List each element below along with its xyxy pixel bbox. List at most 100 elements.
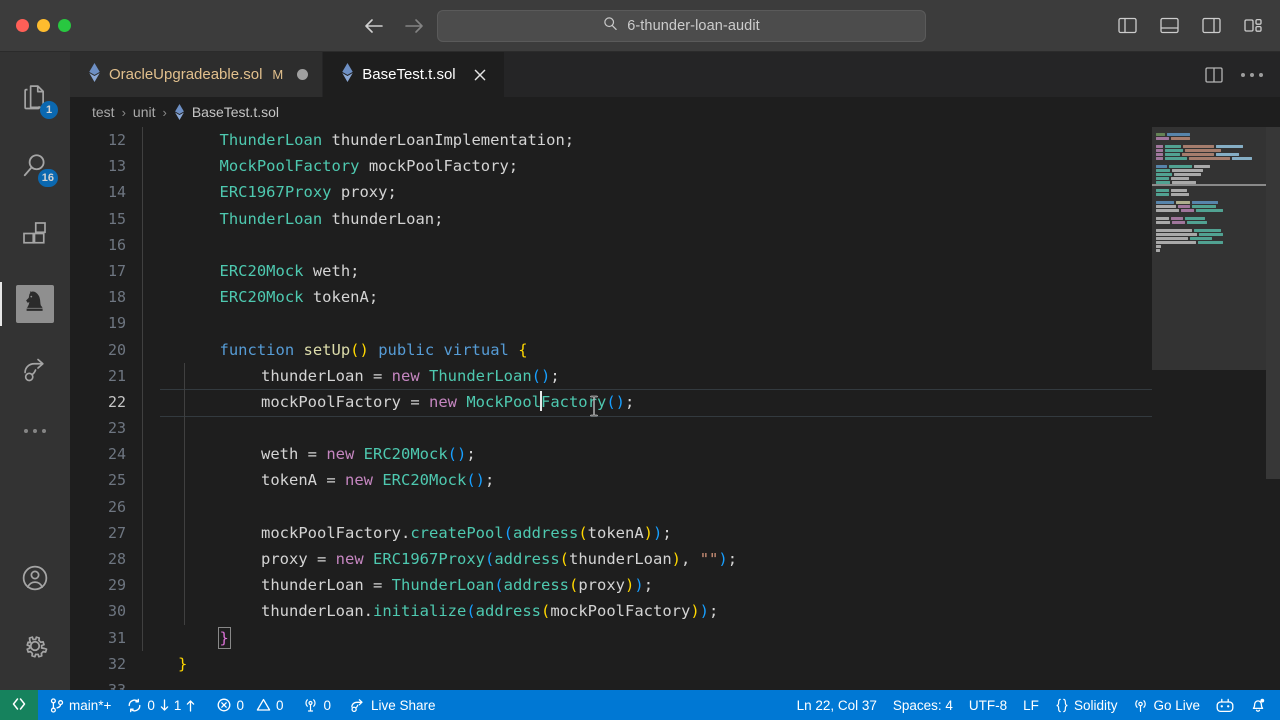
code-line-text[interactable]: [142, 310, 220, 337]
status-indentation[interactable]: Spaces: 4: [885, 690, 961, 720]
code-line-text[interactable]: thunderLoan = ThunderLoan(address(proxy)…: [142, 572, 653, 599]
code-line-text[interactable]: tokenA = new ERC20Mock();: [142, 467, 494, 494]
code-line[interactable]: 22 mockPoolFactory = new MockPoolFactory(…: [70, 388, 1280, 418]
code-line[interactable]: 27 mockPoolFactory.createPool(address(tok…: [70, 519, 1280, 546]
code-token: ERC20Mock: [363, 445, 448, 464]
code-line-text[interactable]: MockPoolFactory mockPoolFactory;: [142, 153, 518, 180]
code-line-text[interactable]: weth = new ERC20Mock();: [142, 441, 476, 468]
code-line[interactable]: 24 weth = new ERC20Mock();: [70, 441, 1280, 468]
status-problems[interactable]: 0 0: [203, 690, 291, 720]
close-icon[interactable]: [470, 65, 490, 85]
tab-dirty-indicator[interactable]: [297, 69, 309, 80]
code-line-text[interactable]: mockPoolFactory.createPool(address(token…: [142, 519, 672, 546]
code-line[interactable]: 29 thunderLoan = ThunderLoan(address(prox…: [70, 572, 1280, 599]
status-encoding[interactable]: UTF-8: [961, 690, 1015, 720]
code-line[interactable]: 23: [70, 415, 1280, 442]
manage-settings-button[interactable]: [0, 614, 70, 682]
encoding-label: UTF-8: [968, 697, 1008, 713]
code-line-text[interactable]: ERC20Mock weth;: [142, 257, 360, 285]
sidebar-item-explorer[interactable]: 1: [0, 66, 70, 134]
status-ports[interactable]: 0: [291, 690, 339, 720]
tab-basetest[interactable]: BaseTest.t.sol: [323, 52, 505, 97]
radio-tower-icon: [303, 698, 318, 713]
code-line-text[interactable]: ThunderLoan thunderLoan;: [142, 205, 443, 232]
status-eol[interactable]: LF: [1015, 690, 1047, 720]
status-sync[interactable]: 0 1: [119, 690, 203, 720]
code-line[interactable]: 19: [70, 310, 1280, 337]
code-line-text[interactable]: [142, 231, 220, 258]
code-line[interactable]: 33: [70, 677, 1280, 690]
code-line-text[interactable]: ERC20Mock tokenA;: [142, 284, 378, 311]
toggle-secondary-sidebar-icon[interactable]: [1198, 13, 1224, 37]
code-line-text[interactable]: ThunderLoan thunderLoanImplementation;: [142, 127, 574, 154]
status-language-mode[interactable]: Solidity: [1047, 690, 1126, 720]
customize-layout-icon[interactable]: [1240, 13, 1266, 37]
editor-vertical-scrollbar[interactable]: [1266, 127, 1280, 690]
minimap-slider[interactable]: [1152, 127, 1266, 370]
code-lines[interactable]: 12 ThunderLoan thunderLoanImplementation;…: [70, 127, 1280, 690]
code-line[interactable]: 30 thunderLoan.initialize(address(mockPoo…: [70, 598, 1280, 625]
code-token: mockPoolFactory: [261, 392, 401, 411]
maximize-window-button[interactable]: [58, 19, 71, 32]
remote-indicator[interactable]: [0, 690, 38, 720]
code-line[interactable]: 15 ThunderLoan thunderLoan;: [70, 205, 1280, 232]
sidebar-item-live-share[interactable]: [0, 338, 70, 406]
sidebar-item-more-views[interactable]: [0, 406, 70, 456]
sidebar-item-search[interactable]: 16: [0, 134, 70, 202]
status-feedback[interactable]: [1208, 690, 1242, 720]
split-editor-icon[interactable]: [1202, 63, 1226, 87]
status-live-share[interactable]: Live Share: [339, 690, 444, 720]
toggle-primary-sidebar-icon[interactable]: [1114, 13, 1140, 37]
code-line-text[interactable]: function setUp() public virtual {: [142, 336, 528, 363]
minimap[interactable]: [1152, 127, 1266, 690]
code-line[interactable]: 21 thunderLoan = new ThunderLoan();: [70, 362, 1280, 389]
code-line-text[interactable]: proxy = new ERC1967Proxy(address(thunder…: [142, 546, 737, 573]
ellipsis-icon[interactable]: [1240, 63, 1264, 87]
toggle-panel-icon[interactable]: [1156, 13, 1182, 37]
code-line[interactable]: 25 tokenA = new ERC20Mock();: [70, 467, 1280, 494]
code-line-text[interactable]: mockPoolFactory = new MockPoolFactory();: [142, 388, 634, 416]
source-control-icon: [50, 697, 64, 713]
code-line[interactable]: 20 function setUp() public virtual {: [70, 336, 1280, 363]
close-window-button[interactable]: [16, 19, 29, 32]
breadcrumb-segment-unit[interactable]: unit: [133, 104, 156, 120]
quick-open-search-bar[interactable]: 6-thunder-loan-audit: [437, 10, 926, 42]
minimize-window-button[interactable]: [37, 19, 50, 32]
code-line[interactable]: 16: [70, 231, 1280, 258]
code-line-text[interactable]: [142, 493, 261, 520]
sidebar-item-extensions[interactable]: [0, 202, 70, 270]
status-branch[interactable]: main*+: [38, 690, 119, 720]
forward-arrow-icon[interactable]: [401, 13, 427, 39]
sidebar-item-solidity-visual-auditor[interactable]: [0, 270, 70, 338]
code-token: weth: [303, 261, 351, 280]
code-line[interactable]: 17 ERC20Mock weth;: [70, 257, 1280, 285]
code-line-text[interactable]: thunderLoan = new ThunderLoan();: [142, 362, 560, 389]
code-line[interactable]: 32}: [70, 651, 1280, 677]
code-line[interactable]: 31}: [70, 624, 1280, 651]
breadcrumb-segment-test[interactable]: test: [92, 104, 115, 120]
code-line[interactable]: 26: [70, 493, 1280, 520]
status-cursor-position[interactable]: Ln 22, Col 37: [789, 690, 885, 720]
code-token: (): [447, 445, 467, 464]
code-token: (: [485, 550, 495, 568]
code-line-text[interactable]: }: [142, 624, 231, 651]
accounts-button[interactable]: [0, 546, 70, 614]
code-line-text[interactable]: thunderLoan.initialize(address(mockPoolF…: [142, 598, 718, 625]
code-line-text[interactable]: [142, 415, 261, 442]
code-line[interactable]: 28 proxy = new ERC1967Proxy(address(thund…: [70, 546, 1280, 573]
status-go-live[interactable]: Go Live: [1125, 690, 1208, 720]
code-line[interactable]: 18 ERC20Mock tokenA;: [70, 284, 1280, 311]
code-token: address: [475, 602, 541, 621]
code-line[interactable]: 12 ThunderLoan thunderLoanImplementation;: [70, 127, 1280, 154]
code-line-text[interactable]: ERC1967Proxy proxy;: [142, 179, 397, 206]
back-arrow-icon[interactable]: [361, 13, 387, 39]
code-editor[interactable]: 12 ThunderLoan thunderLoanImplementation;…: [70, 127, 1280, 690]
status-notifications[interactable]: [1242, 690, 1280, 720]
tab-oracle-upgradeable[interactable]: OracleUpgradeable.sol M: [70, 52, 324, 97]
code-line-text[interactable]: }: [142, 651, 187, 677]
breadcrumb-file[interactable]: BaseTest.t.sol: [192, 104, 279, 120]
code-line[interactable]: 13 MockPoolFactory mockPoolFactory;: [70, 153, 1280, 180]
code-line[interactable]: 14 ERC1967Proxy proxy;: [70, 179, 1280, 206]
scrollbar-thumb[interactable]: [1266, 127, 1280, 479]
